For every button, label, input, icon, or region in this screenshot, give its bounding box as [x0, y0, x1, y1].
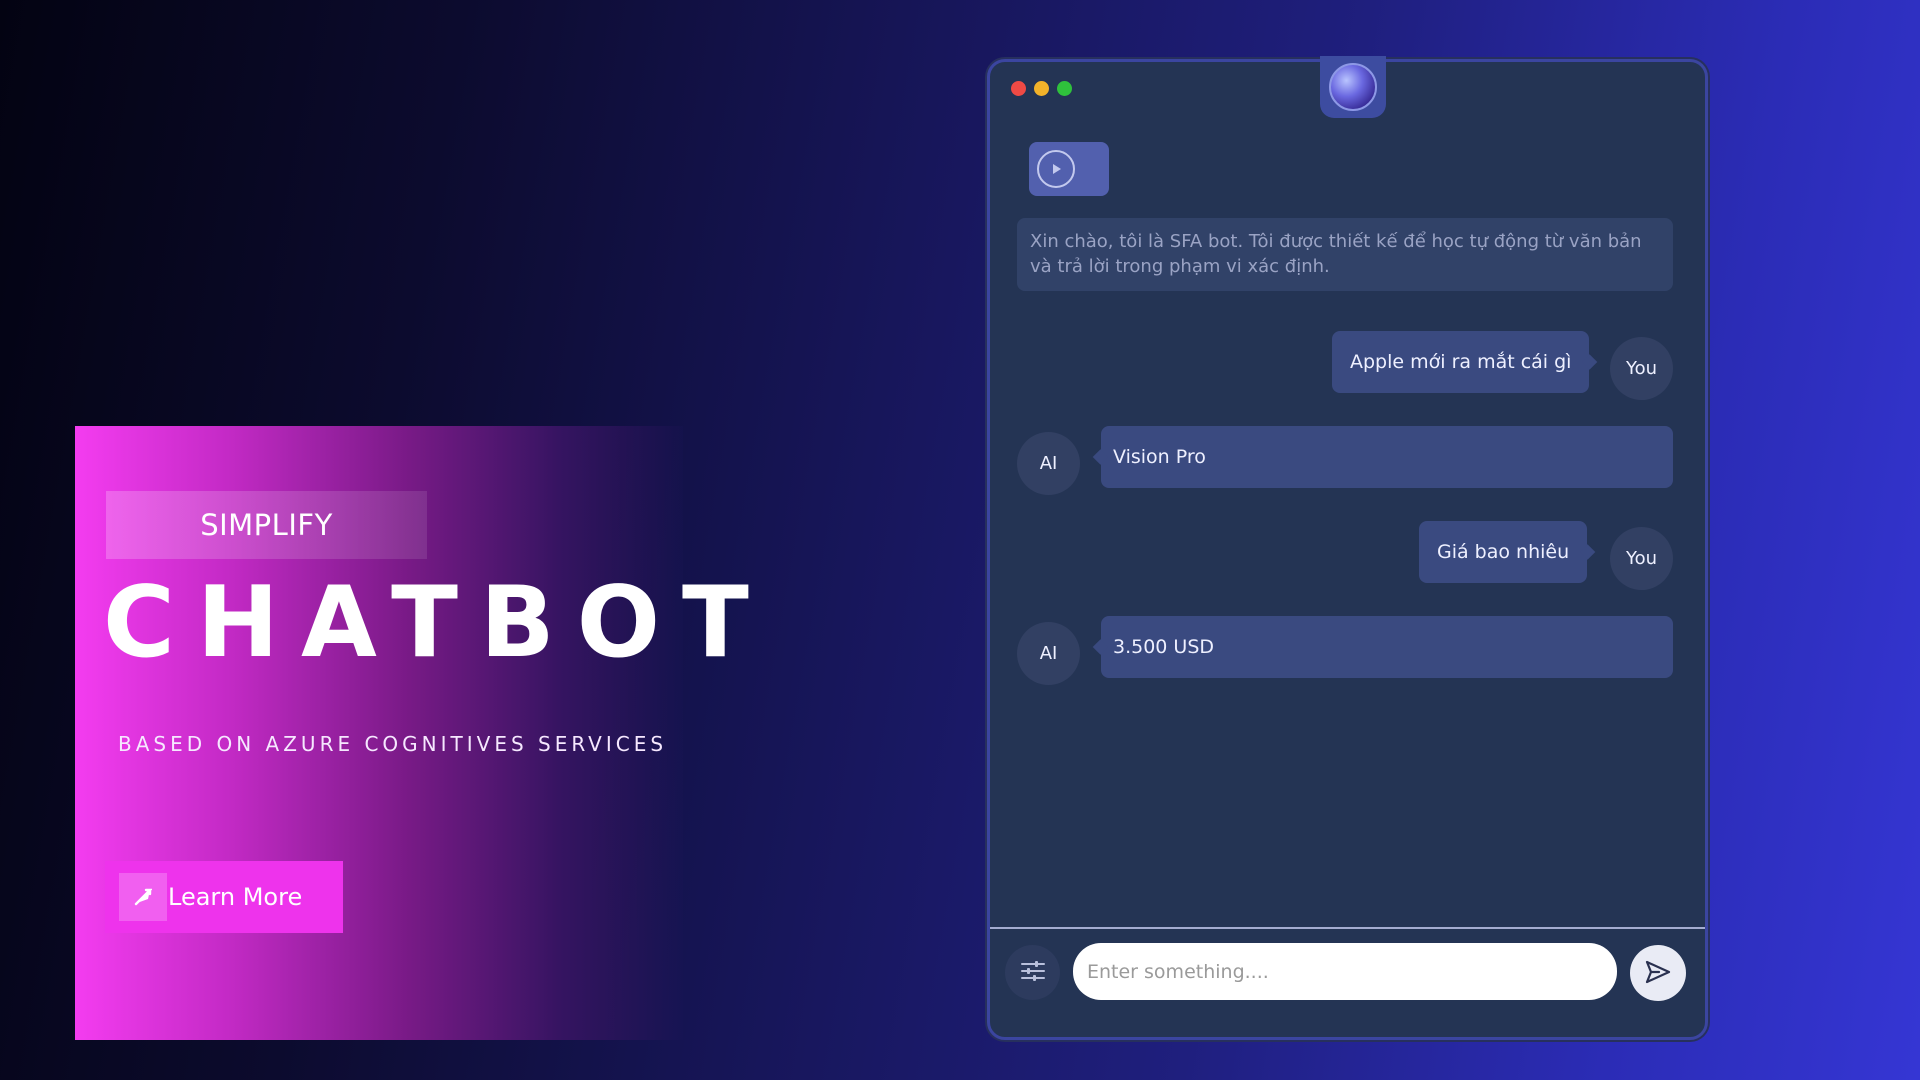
audio-play-button[interactable] — [1029, 142, 1109, 196]
ai-message: Vision Pro — [1101, 426, 1673, 488]
sliders-icon — [1020, 959, 1046, 986]
bot-logo — [1320, 56, 1386, 118]
subtitle: BASED ON AZURE COGNITIVES SERVICES — [118, 732, 668, 756]
play-icon — [1037, 150, 1075, 188]
settings-button[interactable] — [1005, 945, 1060, 1000]
close-window-button[interactable] — [1011, 81, 1026, 96]
simplify-tag: SIMPLIFY — [106, 491, 427, 559]
user-message: Giá bao nhiêu — [1419, 521, 1588, 583]
send-button[interactable] — [1630, 945, 1686, 1001]
user-avatar: You — [1610, 337, 1673, 400]
user-message: Apple mới ra mắt cái gì — [1332, 331, 1590, 393]
learn-more-label: Learn More — [168, 883, 303, 911]
greeting-message: Xin chào, tôi là SFA bot. Tôi được thiết… — [1017, 218, 1673, 291]
ai-avatar: AI — [1017, 432, 1080, 495]
promo-card: SIMPLIFY CHATBOT BASED ON AZURE COGNITIV… — [75, 426, 749, 1040]
message-input[interactable] — [1073, 943, 1617, 1000]
send-icon — [1644, 959, 1672, 988]
chat-window: Xin chào, tôi là SFA bot. Tôi được thiết… — [987, 56, 1708, 1040]
ai-avatar: AI — [1017, 622, 1080, 685]
globe-icon — [1329, 63, 1377, 111]
page-title: CHATBOT — [103, 566, 771, 680]
user-avatar: You — [1610, 527, 1673, 590]
arrow-icon — [119, 873, 167, 921]
learn-more-button[interactable]: Learn More — [105, 861, 343, 933]
window-controls — [1011, 81, 1072, 96]
ai-message: 3.500 USD — [1101, 616, 1673, 678]
minimize-window-button[interactable] — [1034, 81, 1049, 96]
maximize-window-button[interactable] — [1057, 81, 1072, 96]
composer-divider — [990, 927, 1705, 929]
